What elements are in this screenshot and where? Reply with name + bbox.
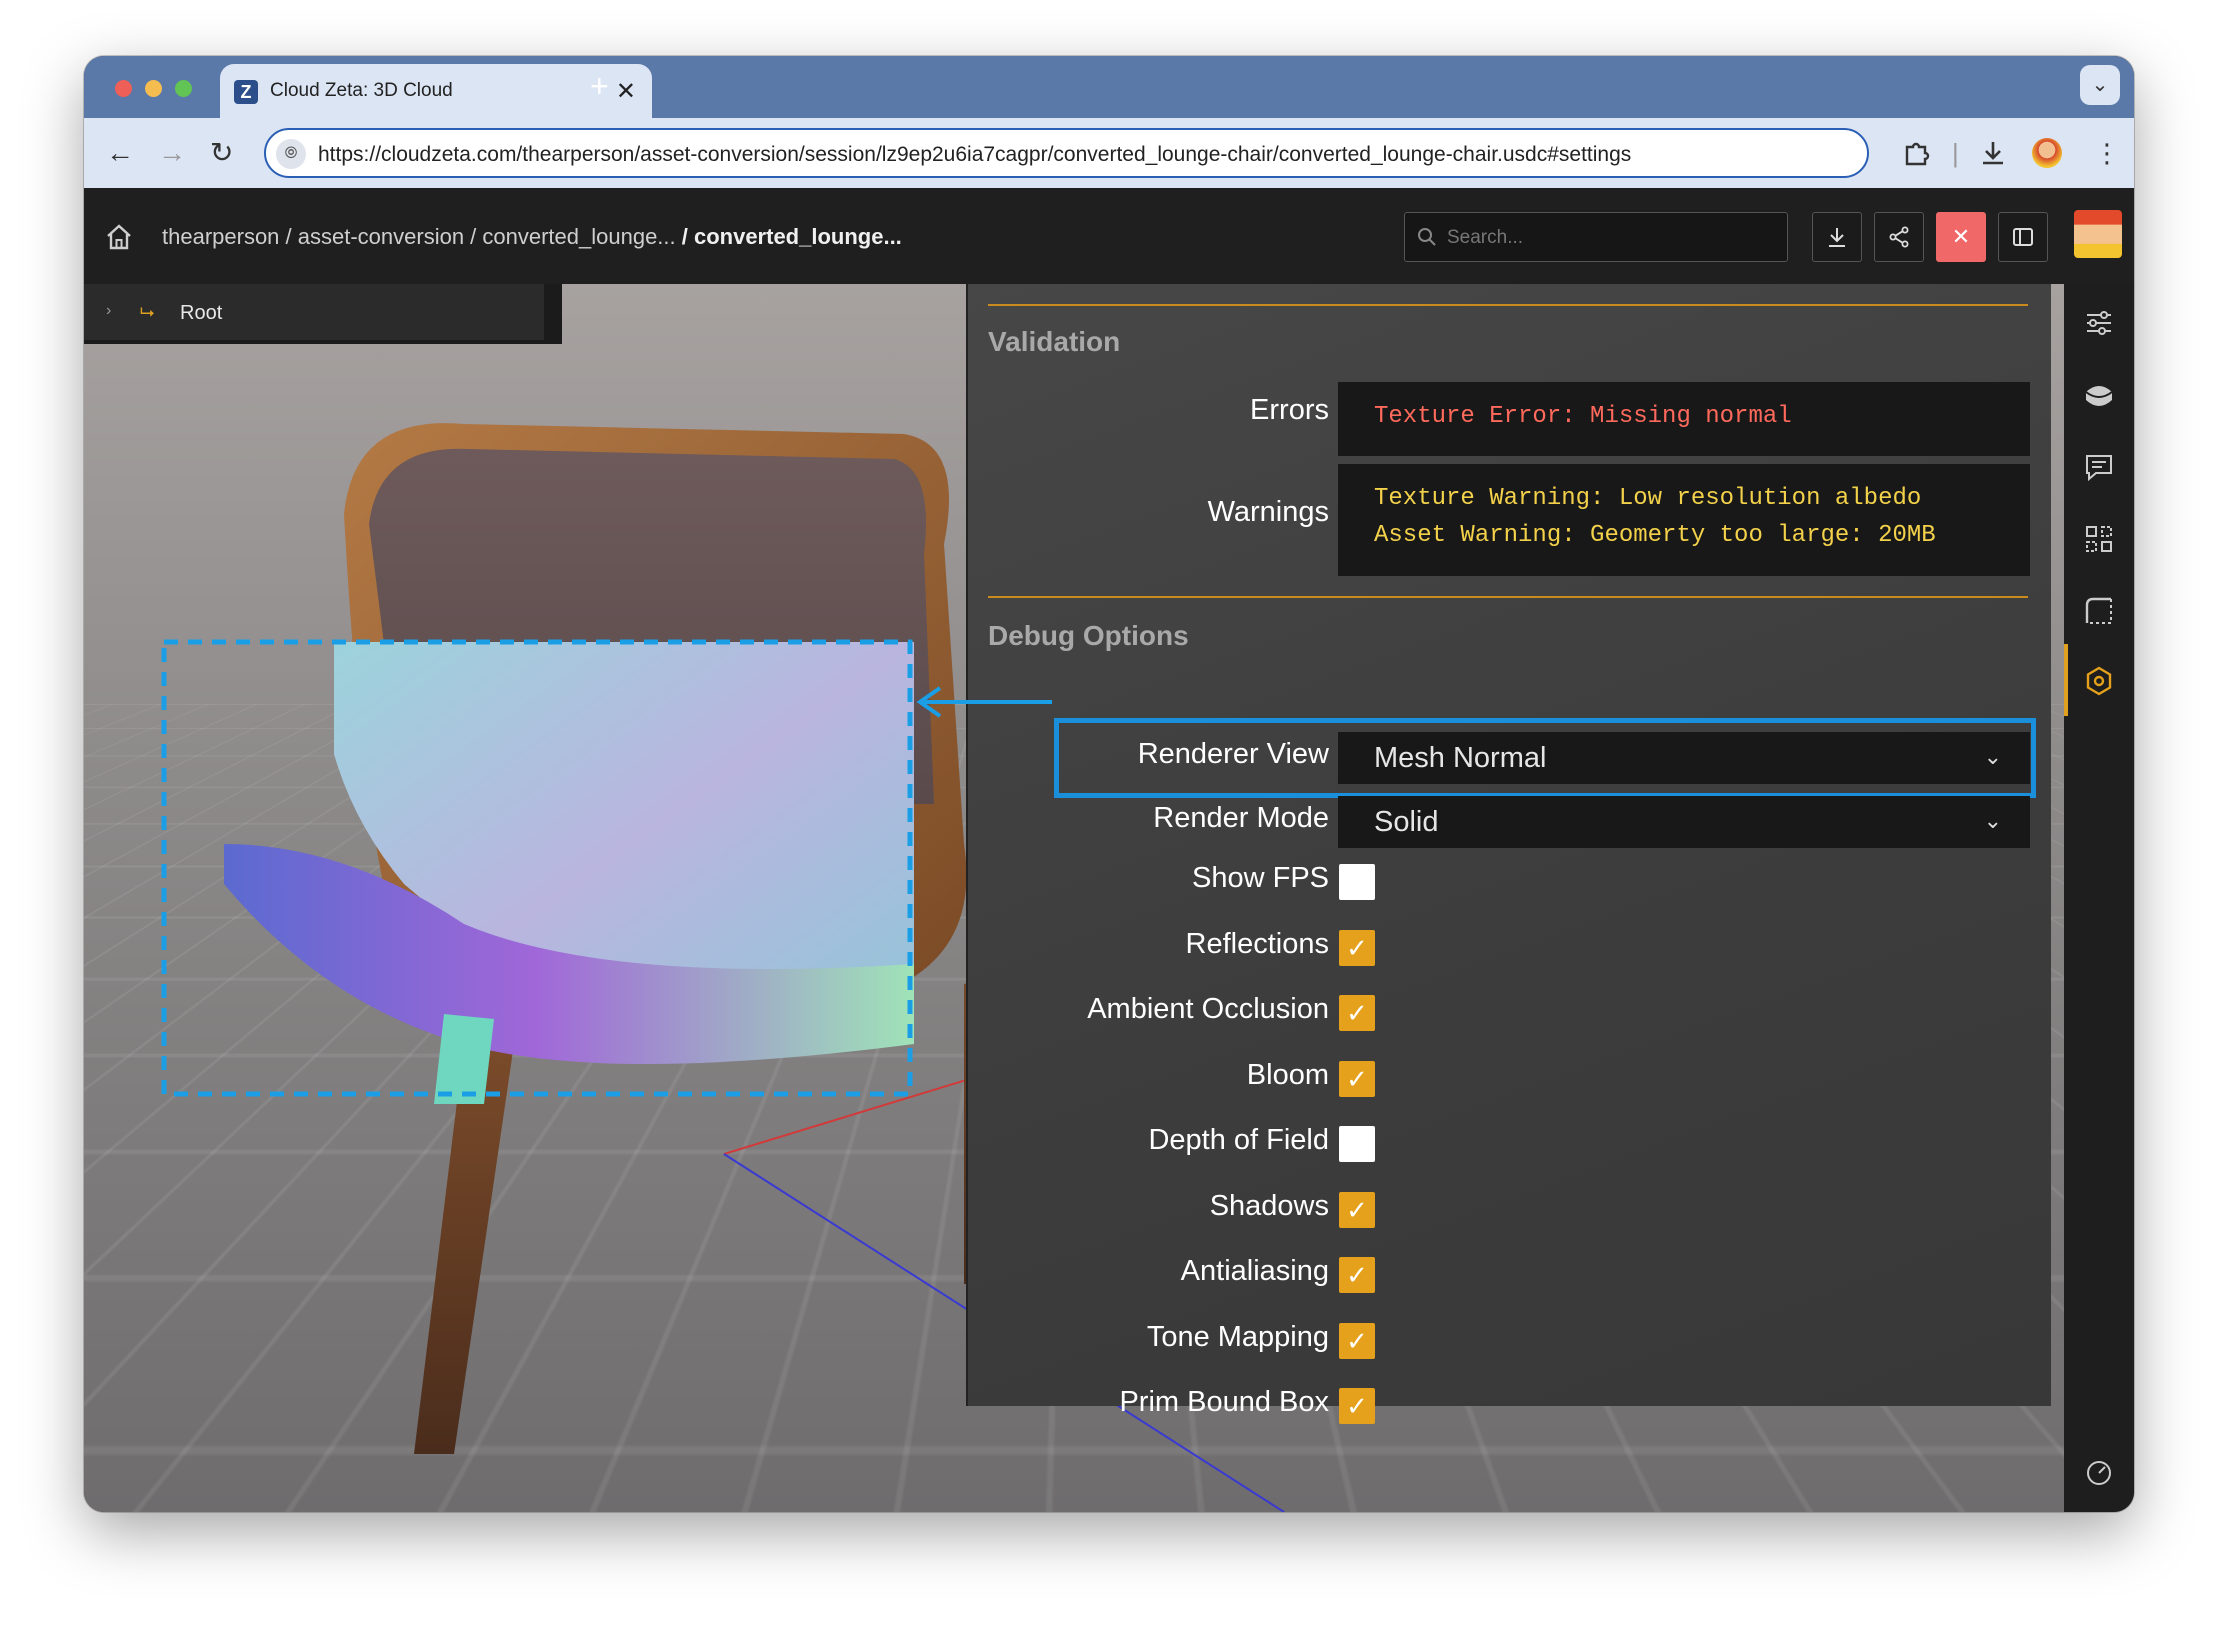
option-label: Prim Bound Box — [1119, 1386, 1329, 1418]
chevron-down-icon: ⌄ — [1983, 808, 2002, 833]
toggle-panel-button[interactable] — [1998, 212, 2048, 262]
option-checkbox[interactable]: ✓ — [1339, 1061, 1375, 1097]
browser-window: Z Cloud Zeta: 3D Cloud ✕ + ⌄ ← → ↻ ⦾ htt… — [84, 56, 2134, 1512]
comment-icon[interactable] — [2074, 442, 2124, 492]
search-input[interactable] — [1447, 223, 1777, 253]
active-indicator — [2064, 644, 2068, 716]
option-checkbox[interactable]: ✓ — [1339, 930, 1375, 966]
tree-root-item[interactable]: Root — [180, 302, 222, 325]
option-checkbox[interactable] — [1339, 864, 1375, 900]
option-checkbox[interactable]: ✓ — [1339, 1257, 1375, 1293]
close-window-button[interactable] — [115, 80, 132, 97]
option-label: Tone Mapping — [1146, 1321, 1329, 1353]
close-icon: ✕ — [1951, 224, 1971, 249]
option-label: Depth of Field — [1148, 1124, 1329, 1156]
app-header: thearperson / asset-conversion / convert… — [84, 188, 2134, 284]
browser-toolbar: ← → ↻ ⦾ https://cloudzeta.com/thearperso… — [84, 118, 2134, 188]
site-info-icon[interactable]: ⦾ — [276, 139, 306, 169]
back-arrow-icon[interactable]: ← — [106, 135, 134, 171]
validation-title: Validation — [988, 326, 1121, 357]
checkmark-icon: ✓ — [1346, 1260, 1368, 1290]
sliders-icon[interactable] — [2074, 298, 2124, 348]
breadcrumb-path[interactable]: thearperson / asset-conversion / convert… — [162, 224, 682, 249]
toolbar-divider: | — [1952, 138, 1959, 168]
expand-chevron-icon[interactable]: › — [106, 302, 111, 320]
address-bar[interactable]: ⦾ https://cloudzeta.com/thearperson/asse… — [264, 128, 1869, 178]
option-checkbox[interactable]: ✓ — [1339, 1388, 1375, 1424]
share-icon — [1889, 226, 1909, 248]
errors-label: Errors — [1250, 394, 1329, 426]
renderer-view-highlight — [1054, 718, 2036, 798]
tab-title: Cloud Zeta: 3D Cloud — [270, 80, 453, 101]
crop-frame-icon[interactable] — [2074, 586, 2124, 636]
option-checkbox[interactable]: ✓ — [1339, 1323, 1375, 1359]
section-divider — [988, 596, 2028, 598]
browser-menu-icon[interactable]: ⋮ — [2094, 136, 2120, 170]
search-icon — [1418, 228, 1436, 246]
minimize-window-button[interactable] — [145, 80, 162, 97]
render-mode-value: Solid — [1374, 806, 1439, 838]
reload-icon[interactable]: ↻ — [210, 135, 233, 171]
performance-gauge-icon[interactable] — [2074, 1448, 2124, 1498]
tab-close-icon[interactable]: ✕ — [616, 77, 636, 106]
tab-strip: Z Cloud Zeta: 3D Cloud ✕ + ⌄ — [84, 56, 2134, 118]
debug-options-title: Debug Options — [988, 620, 1189, 651]
extensions-puzzle-icon[interactable] — [1902, 138, 1932, 168]
warnings-box: Texture Warning: Low resolution albedo A… — [1338, 464, 2030, 576]
close-session-button[interactable]: ✕ — [1936, 212, 1986, 262]
settings-panel: Validation Errors Texture Error: Missing… — [966, 284, 2051, 1424]
section-divider — [988, 304, 2028, 306]
share-button[interactable] — [1874, 212, 1924, 262]
url-text[interactable]: https://cloudzeta.com/thearperson/asset-… — [318, 143, 1631, 167]
zeta-favicon-icon: Z — [234, 80, 258, 104]
forward-arrow-icon[interactable]: → — [158, 135, 186, 171]
option-checkbox[interactable]: ✓ — [1339, 1192, 1375, 1228]
components-icon[interactable] — [2074, 514, 2124, 564]
option-label: Ambient Occlusion — [1087, 993, 1329, 1025]
checkmark-icon: ✓ — [1346, 1195, 1368, 1225]
sidebar-toggle-icon — [2013, 228, 2033, 246]
checkmark-icon: ✓ — [1346, 1064, 1368, 1094]
downloads-icon[interactable] — [1978, 138, 2008, 168]
new-tab-button[interactable]: + — [590, 68, 609, 104]
home-icon[interactable] — [104, 222, 134, 252]
download-icon — [1829, 228, 1845, 247]
render-mode-label: Render Mode — [1153, 802, 1329, 834]
prim-hierarchy-icon: ⮡ — [140, 302, 155, 322]
search-box — [1404, 212, 1788, 262]
material-sphere-icon[interactable] — [2074, 370, 2124, 420]
checkmark-icon: ✓ — [1346, 933, 1368, 963]
right-tool-rail — [2064, 284, 2134, 1512]
option-label: Show FPS — [1192, 862, 1329, 894]
option-label: Shadows — [1209, 1190, 1329, 1222]
breadcrumb: thearperson / asset-conversion / convert… — [162, 224, 902, 250]
settings-hexagon-icon[interactable] — [2074, 656, 2124, 706]
option-checkbox[interactable] — [1339, 1126, 1375, 1162]
checkmark-icon: ✓ — [1346, 1326, 1368, 1356]
errors-box: Texture Error: Missing normal — [1338, 382, 2030, 456]
render-mode-select[interactable]: Solid ⌄ — [1338, 796, 2030, 848]
user-avatar[interactable] — [2074, 210, 2122, 258]
checkmark-icon: ✓ — [1346, 1391, 1368, 1421]
warnings-label: Warnings — [1207, 496, 1329, 528]
profile-avatar[interactable] — [2032, 138, 2062, 168]
maximize-window-button[interactable] — [175, 80, 192, 97]
tab-search-chevron-icon[interactable]: ⌄ — [2080, 65, 2120, 105]
option-label: Reflections — [1185, 928, 1329, 960]
scene-tree: › ⮡ Root — [84, 284, 562, 344]
browser-tab[interactable]: Z Cloud Zeta: 3D Cloud ✕ — [220, 64, 652, 118]
download-button[interactable] — [1812, 212, 1862, 262]
breadcrumb-current: / converted_lounge... — [681, 224, 902, 249]
checkmark-icon: ✓ — [1346, 998, 1368, 1028]
option-label: Antialiasing — [1180, 1255, 1329, 1287]
option-checkbox[interactable]: ✓ — [1339, 995, 1375, 1031]
option-label: Bloom — [1246, 1059, 1329, 1091]
